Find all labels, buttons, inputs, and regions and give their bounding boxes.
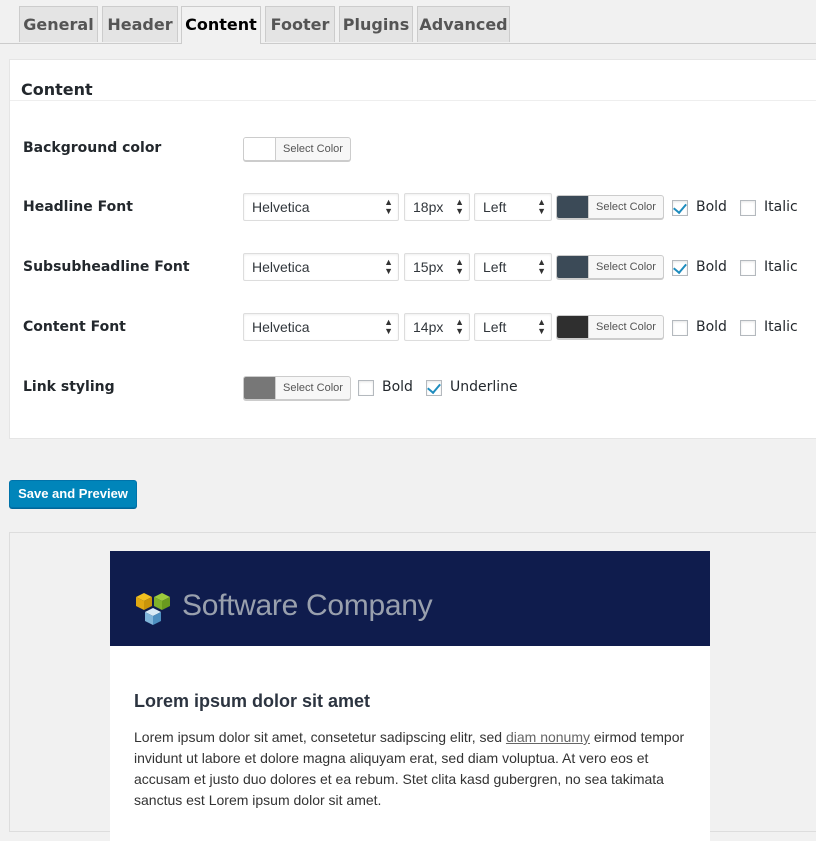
content-font-size-select[interactable]: 14px ▲ ▼ bbox=[404, 313, 470, 341]
checkmark-icon bbox=[427, 379, 441, 395]
headline-bold-checkbox[interactable] bbox=[672, 199, 688, 216]
select-arrows-icon: ▲ ▼ bbox=[537, 317, 546, 336]
select-color-label: Select Color bbox=[283, 143, 343, 155]
link-styling-label: Link styling bbox=[23, 379, 115, 395]
tab-advanced[interactable]: Advanced bbox=[417, 6, 510, 42]
email-paragraph: Lorem ipsum dolor sit amet, consetetur s… bbox=[134, 727, 694, 811]
company-name: Software Company bbox=[182, 589, 433, 622]
subsub-bold-checkbox[interactable] bbox=[672, 259, 688, 276]
select-value: Left bbox=[483, 199, 507, 215]
email-preview-area: Software Company Lorem ipsum dolor sit a… bbox=[9, 532, 816, 841]
link-bold-label: Bold bbox=[382, 379, 413, 395]
headline-italic-label: Italic bbox=[764, 199, 798, 215]
settings-tabs: General Header Content Footer Plugins Ad… bbox=[0, 0, 816, 44]
color-swatch bbox=[557, 316, 589, 338]
link-bold-checkbox[interactable] bbox=[358, 380, 374, 396]
email-preview: Software Company Lorem ipsum dolor sit a… bbox=[110, 551, 710, 841]
link-underline-checkbox[interactable] bbox=[426, 379, 442, 396]
background-color-label: Background color bbox=[23, 140, 162, 156]
subsub-color-picker[interactable]: Select Color bbox=[556, 255, 664, 279]
content-font-family-select[interactable]: Helvetica ▲ ▼ bbox=[243, 313, 399, 341]
tab-content[interactable]: Content bbox=[181, 6, 261, 44]
select-value: 18px bbox=[413, 199, 444, 215]
select-arrows-icon: ▲ ▼ bbox=[384, 197, 393, 216]
subsub-italic-label: Italic bbox=[764, 259, 798, 275]
select-color-label: Select Color bbox=[283, 382, 343, 394]
select-color-label: Select Color bbox=[596, 321, 656, 333]
email-header: Software Company bbox=[110, 551, 710, 646]
headline-bold-label: Bold bbox=[696, 199, 727, 215]
headline-font-size-select[interactable]: 18px ▲ ▼ bbox=[404, 193, 470, 221]
select-arrows-icon: ▲ ▼ bbox=[455, 257, 464, 276]
background-color-picker[interactable]: Select Color bbox=[243, 137, 351, 161]
color-swatch bbox=[557, 196, 589, 218]
panel-title: Content bbox=[21, 80, 93, 99]
subsub-font-size-select[interactable]: 15px ▲ ▼ bbox=[404, 253, 470, 281]
paragraph-text: Lorem ipsum dolor sit amet, consetetur s… bbox=[134, 729, 506, 745]
content-color-picker[interactable]: Select Color bbox=[556, 315, 664, 339]
tab-footer[interactable]: Footer bbox=[265, 6, 335, 42]
headline-align-select[interactable]: Left ▲ ▼ bbox=[474, 193, 552, 221]
select-value: 15px bbox=[413, 259, 444, 275]
content-align-select[interactable]: Left ▲ ▼ bbox=[474, 313, 552, 341]
select-color-label: Select Color bbox=[596, 201, 656, 213]
headline-font-label: Headline Font bbox=[23, 199, 133, 215]
select-value: Helvetica bbox=[252, 259, 310, 275]
content-bold-label: Bold bbox=[696, 319, 727, 335]
color-swatch bbox=[557, 256, 589, 278]
subsub-italic-checkbox[interactable] bbox=[740, 260, 756, 276]
select-value: Left bbox=[483, 259, 507, 275]
select-arrows-icon: ▲ ▼ bbox=[384, 317, 393, 336]
save-and-preview-button[interactable]: Save and Preview bbox=[9, 480, 137, 508]
color-swatch bbox=[244, 377, 276, 399]
tab-general[interactable]: General bbox=[19, 6, 98, 42]
select-value: Helvetica bbox=[252, 199, 310, 215]
link-underline-label: Underline bbox=[450, 379, 518, 395]
email-headline: Lorem ipsum dolor sit amet bbox=[134, 691, 371, 711]
select-value: 14px bbox=[413, 319, 444, 335]
select-arrows-icon: ▲ ▼ bbox=[455, 197, 464, 216]
link-color-picker[interactable]: Select Color bbox=[243, 376, 351, 400]
content-italic-label: Italic bbox=[764, 319, 798, 335]
select-arrows-icon: ▲ ▼ bbox=[537, 197, 546, 216]
subsubheadline-font-label: Subsubheadline Font bbox=[23, 259, 190, 275]
headline-color-picker[interactable]: Select Color bbox=[556, 195, 664, 219]
content-bold-checkbox[interactable] bbox=[672, 320, 688, 336]
content-font-label: Content Font bbox=[23, 319, 126, 335]
checkmark-icon bbox=[673, 259, 687, 275]
company-logo-icon bbox=[136, 593, 170, 625]
content-italic-checkbox[interactable] bbox=[740, 320, 756, 336]
content-settings-panel: Content Background color Select Color He… bbox=[9, 59, 816, 439]
tab-header[interactable]: Header bbox=[102, 6, 178, 42]
select-value: Left bbox=[483, 319, 507, 335]
subsub-font-family-select[interactable]: Helvetica ▲ ▼ bbox=[243, 253, 399, 281]
tab-plugins[interactable]: Plugins bbox=[339, 6, 413, 42]
select-arrows-icon: ▲ ▼ bbox=[537, 257, 546, 276]
select-color-label: Select Color bbox=[596, 261, 656, 273]
subsub-align-select[interactable]: Left ▲ ▼ bbox=[474, 253, 552, 281]
checkmark-icon bbox=[673, 199, 687, 215]
select-arrows-icon: ▲ ▼ bbox=[455, 317, 464, 336]
subsub-bold-label: Bold bbox=[696, 259, 727, 275]
sample-link[interactable]: diam nonumy bbox=[506, 729, 590, 745]
select-arrows-icon: ▲ ▼ bbox=[384, 257, 393, 276]
select-value: Helvetica bbox=[252, 319, 310, 335]
headline-italic-checkbox[interactable] bbox=[740, 200, 756, 216]
color-swatch bbox=[244, 138, 276, 160]
divider bbox=[10, 100, 816, 101]
headline-font-family-select[interactable]: Helvetica ▲ ▼ bbox=[243, 193, 399, 221]
